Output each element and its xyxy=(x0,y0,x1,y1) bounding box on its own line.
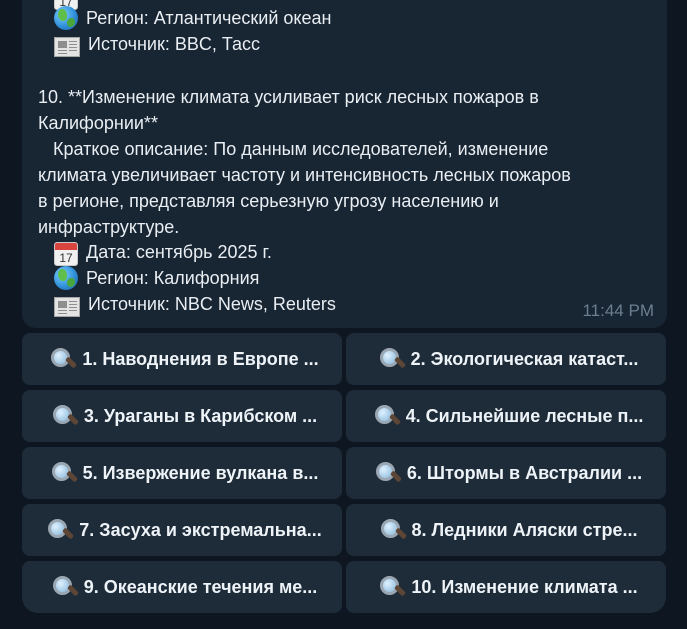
keyboard-button-label: 2. Экологическая катаст... xyxy=(410,348,639,369)
magnifying-glass-icon xyxy=(50,460,76,486)
item-date-text: Дата: сентябрь 2025 г. xyxy=(86,242,272,262)
keyboard-button-label: 7. Засуха и экстремальна... xyxy=(79,519,322,540)
prev-region-text: Регион: Атлантический океан xyxy=(86,8,332,28)
keyboard-button-label: 3. Ураганы в Карибском ... xyxy=(83,405,318,426)
item-date-line: 17 Дата: сентябрь 2025 г. xyxy=(54,239,272,266)
keyboard-button-label: 6. Штормы в Австралии ... xyxy=(406,462,643,483)
message-time: 11:44 PM xyxy=(582,301,654,320)
item-summary-line-2: климата увеличивает частоту и интенсивно… xyxy=(38,165,571,185)
prev-source-text: Источник: BBC, Тасс xyxy=(88,34,261,54)
keyboard-button-3[interactable]: 3. Ураганы в Карибском ... xyxy=(22,390,342,442)
newspaper-icon xyxy=(54,37,80,57)
item-region-text: Регион: Калифорния xyxy=(86,268,260,288)
magnifying-glass-icon xyxy=(373,403,399,429)
prev-source-line: Источник: BBC, Тасс xyxy=(54,31,260,57)
magnifying-glass-icon xyxy=(374,460,400,486)
item-summary-line-4: инфраструктуре. xyxy=(38,217,180,237)
keyboard-button-9[interactable]: 9. Океанские течения ме... xyxy=(22,561,342,613)
inline-keyboard: 1. Наводнения в Европе ... 2. Экологичес… xyxy=(22,333,667,613)
magnifying-glass-icon xyxy=(46,517,72,543)
calendar-icon: 17 xyxy=(54,242,78,266)
keyboard-button-5[interactable]: 5. Извержение вулкана в... xyxy=(22,447,342,499)
keyboard-button-1[interactable]: 1. Наводнения в Европе ... xyxy=(22,333,342,385)
keyboard-button-label: 10. Изменение климата ... xyxy=(411,576,638,597)
magnifying-glass-icon xyxy=(379,517,405,543)
chat-area: 17 Регион: Атлантический океан Источник:… xyxy=(0,0,687,629)
keyboard-button-label: 4. Сильнейшие лесные п... xyxy=(405,405,644,426)
keyboard-button-label: 9. Океанские течения ме... xyxy=(83,576,318,597)
prev-region-line: Регион: Атлантический океан xyxy=(54,5,331,31)
item-title-line-1: 10. **Изменение климата усиливает риск л… xyxy=(38,87,539,107)
item-title-line-2: Калифорнии** xyxy=(38,113,158,133)
keyboard-button-8[interactable]: 8. Ледники Аляски стре... xyxy=(346,504,666,556)
magnifying-glass-icon xyxy=(378,346,404,372)
keyboard-button-label: 1. Наводнения в Европе ... xyxy=(82,348,319,369)
keyboard-button-4[interactable]: 4. Сильнейшие лесные п... xyxy=(346,390,666,442)
item-source-line: Источник: NBC News, Reuters xyxy=(54,291,336,317)
item-source-text: Источник: NBC News, Reuters xyxy=(88,294,336,314)
item-region-line: Регион: Калифорния xyxy=(54,265,259,291)
globe-icon xyxy=(54,6,78,30)
magnifying-glass-icon xyxy=(49,346,75,372)
newspaper-icon xyxy=(54,297,80,317)
globe-icon xyxy=(54,266,78,290)
keyboard-button-10[interactable]: 10. Изменение климата ... xyxy=(346,561,666,613)
item-summary-line-1: Краткое описание: По данным исследовател… xyxy=(38,139,549,159)
magnifying-glass-icon xyxy=(51,574,77,600)
keyboard-button-7[interactable]: 7. Засуха и экстремальна... xyxy=(22,504,342,556)
message-bubble: 17 Регион: Атлантический океан Источник:… xyxy=(22,0,667,328)
keyboard-button-6[interactable]: 6. Штормы в Австралии ... xyxy=(346,447,666,499)
magnifying-glass-icon xyxy=(378,574,404,600)
item-summary-line-3: в регионе, представляя серьезную угрозу … xyxy=(38,191,499,211)
keyboard-button-2[interactable]: 2. Экологическая катаст... xyxy=(346,333,666,385)
keyboard-button-label: 5. Извержение вулкана в... xyxy=(82,462,319,483)
magnifying-glass-icon xyxy=(51,403,77,429)
keyboard-button-label: 8. Ледники Аляски стре... xyxy=(411,519,638,540)
